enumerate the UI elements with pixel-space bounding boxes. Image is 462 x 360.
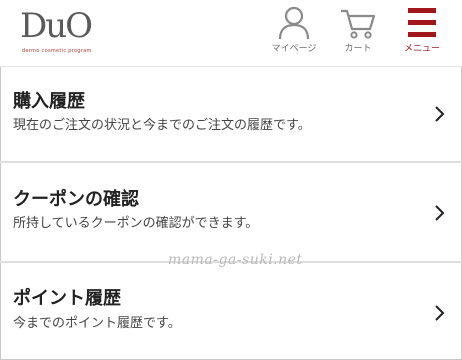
app-header: DuO dermo cosmetic program マイページ カート メニュ… (0, 0, 462, 66)
point-history-row[interactable]: ポイント履歴 今までのポイント履歴です。 (0, 263, 462, 358)
hamburger-icon (408, 8, 436, 37)
logo-mark: DuO (20, 6, 93, 46)
row-description: 所持しているクーポンの確認ができます。 (13, 216, 259, 231)
person-icon (278, 6, 310, 40)
duo-logo[interactable]: DuO dermo cosmetic program (20, 6, 93, 60)
watermark: mama-ga-suki.net (168, 252, 303, 268)
menu-button[interactable]: メニュー (394, 6, 450, 60)
coupon-check-row[interactable]: クーポンの確認 所持しているクーポンの確認ができます。 (0, 163, 462, 258)
mypage-button[interactable]: マイページ (266, 6, 322, 60)
row-title: クーポンの確認 (13, 189, 139, 210)
cart-icon (341, 9, 376, 39)
chevron-right-icon (435, 106, 445, 122)
logo-tagline: dermo cosmetic program (22, 48, 92, 54)
row-description: 現在のご注文の状況と今までのご注文の履歴です。 (13, 118, 311, 133)
menu-label: メニュー (403, 44, 440, 54)
cart-label: カート (344, 44, 372, 54)
row-description: 今までのポイント履歴です。 (13, 316, 181, 331)
cart-button[interactable]: カート (330, 6, 386, 60)
row-title: 購入履歴 (13, 91, 85, 112)
chevron-right-icon (435, 305, 445, 321)
row-title: ポイント履歴 (13, 288, 121, 309)
mypage-label: マイページ (271, 44, 317, 54)
chevron-right-icon (435, 205, 445, 221)
purchase-history-row[interactable]: 購入履歴 現在のご注文の状況と今までのご注文の履歴です。 (0, 67, 462, 162)
